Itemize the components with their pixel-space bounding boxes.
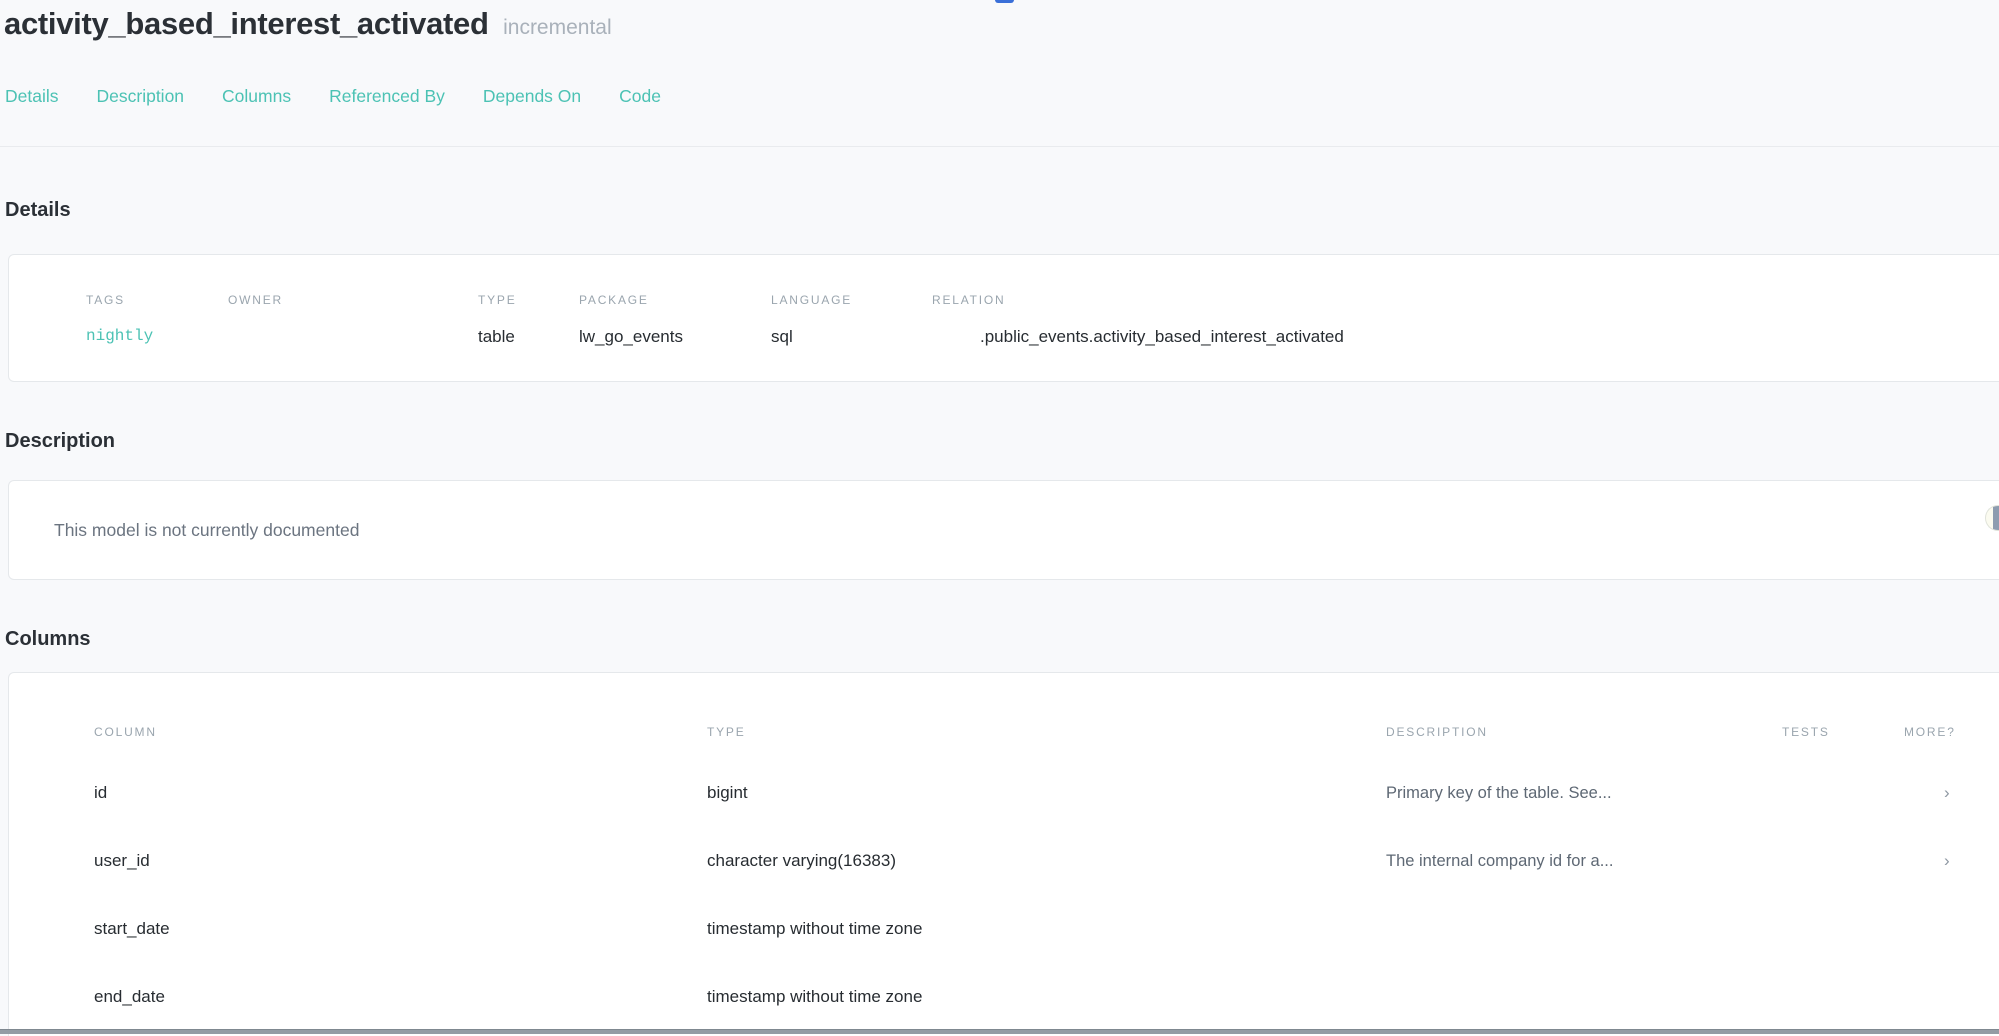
- columns-heading: Columns: [5, 627, 1999, 651]
- tab-description[interactable]: Description: [97, 86, 185, 107]
- field-tags: TAGS nightly: [86, 293, 228, 347]
- cell-column-name: start_date: [94, 919, 707, 939]
- materialization-badge: incremental: [503, 16, 612, 39]
- cell-column-name: end_date: [94, 987, 707, 1007]
- bottom-window-edge: [0, 1029, 1999, 1034]
- cell-column-name: user_id: [94, 851, 707, 871]
- header-divider: [0, 146, 1999, 147]
- field-value-type: table: [478, 327, 579, 347]
- description-placeholder: This model is not currently documented: [54, 520, 359, 541]
- tab-code[interactable]: Code: [619, 86, 661, 107]
- col-header-description: DESCRIPTION: [1386, 725, 1782, 739]
- field-value-package: lw_go_events: [579, 327, 771, 347]
- cell-type: timestamp without time zone: [707, 987, 1386, 1007]
- field-type: TYPE table: [478, 293, 579, 347]
- field-value-relation: .public_events.activity_based_interest_a…: [980, 327, 1999, 347]
- field-label-package: PACKAGE: [579, 293, 771, 307]
- field-value-tags: nightly: [86, 327, 228, 345]
- columns-table-header: COLUMN TYPE DESCRIPTION TESTS MORE?: [9, 673, 1999, 739]
- tab-referenced-by[interactable]: Referenced By: [329, 86, 445, 107]
- columns-table-body: id bigint Primary key of the table. See.…: [9, 759, 1999, 1031]
- col-header-type: TYPE: [707, 725, 1386, 739]
- cell-column-name: id: [94, 783, 707, 803]
- columns-card: COLUMN TYPE DESCRIPTION TESTS MORE? id b…: [8, 672, 1999, 1036]
- cell-type: bigint: [707, 783, 1386, 803]
- cell-type: character varying(16383): [707, 851, 1386, 871]
- page-title: activity_based_interest_activated: [4, 6, 489, 41]
- field-language: LANGUAGE sql: [771, 293, 932, 347]
- field-label-language: LANGUAGE: [771, 293, 932, 307]
- table-row-start-date[interactable]: start_date timestamp without time zone: [9, 895, 1999, 963]
- table-row-id[interactable]: id bigint Primary key of the table. See.…: [9, 759, 1999, 827]
- col-header-tests: TESTS: [1782, 725, 1904, 739]
- description-card: This model is not currently documented: [8, 480, 1999, 580]
- details-card: TAGS nightly OWNER TYPE table PACKAGE lw…: [8, 254, 1999, 382]
- field-label-relation: RELATION: [932, 293, 1999, 307]
- chevron-right-icon[interactable]: ›: [1904, 851, 1999, 871]
- field-value-language: sql: [771, 327, 932, 347]
- chevron-right-icon[interactable]: ›: [1904, 783, 1999, 803]
- description-heading: Description: [5, 429, 1999, 453]
- tab-depends-on[interactable]: Depends On: [483, 86, 581, 107]
- table-row-end-date[interactable]: end_date timestamp without time zone: [9, 963, 1999, 1031]
- field-label-type: TYPE: [478, 293, 579, 307]
- model-header: activity_based_interest_activated increm…: [0, 0, 1999, 42]
- field-package: PACKAGE lw_go_events: [579, 293, 771, 347]
- field-owner: OWNER: [228, 293, 478, 347]
- col-header-more: MORE?: [1904, 725, 1999, 739]
- tab-details[interactable]: Details: [5, 86, 59, 107]
- model-tabs: Details Description Columns Referenced B…: [5, 86, 1999, 107]
- table-row-user-id[interactable]: user_id character varying(16383) The int…: [9, 827, 1999, 895]
- field-label-tags: TAGS: [86, 293, 228, 307]
- cell-description: The internal company id for a...: [1386, 852, 1782, 871]
- cell-type: timestamp without time zone: [707, 919, 1386, 939]
- cut-off-blue-element: [995, 0, 1014, 3]
- tab-columns[interactable]: Columns: [222, 86, 291, 107]
- field-label-owner: OWNER: [228, 293, 478, 307]
- col-header-column: COLUMN: [94, 725, 707, 739]
- details-heading: Details: [5, 198, 1999, 222]
- cell-description: Primary key of the table. See...: [1386, 784, 1782, 803]
- field-relation: RELATION .public_events.activity_based_i…: [932, 293, 1999, 347]
